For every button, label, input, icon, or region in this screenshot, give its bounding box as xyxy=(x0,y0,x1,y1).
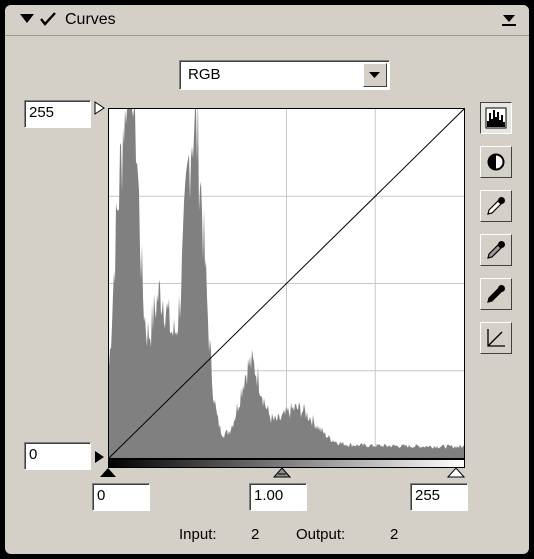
input-readout-value: 2 xyxy=(251,526,260,543)
curve-graph[interactable] xyxy=(108,108,465,459)
input-readout-label: Input: xyxy=(179,526,217,543)
curve-graph-canvas xyxy=(108,108,465,459)
auto-contrast-button[interactable] xyxy=(480,146,512,178)
reset-curve-button[interactable] xyxy=(480,322,512,354)
curves-panel: Curves RGB 255 0 0 1.00 255 Input: 2 Out… xyxy=(5,5,529,554)
channel-select[interactable]: RGB xyxy=(179,60,390,90)
panel-titlebar: Curves xyxy=(5,5,529,36)
histogram-button[interactable] xyxy=(480,102,512,134)
white-point-eyedropper-button[interactable] xyxy=(480,190,512,222)
gray-eyedropper-icon xyxy=(487,241,505,259)
channel-dropdown-button[interactable] xyxy=(363,63,387,87)
output-readout-value: 2 xyxy=(390,526,399,543)
output-white-slider-icon[interactable] xyxy=(94,101,106,115)
auto-contrast-icon xyxy=(487,153,505,171)
collapse-triangle-icon[interactable] xyxy=(19,13,35,25)
panel-menu-icon[interactable] xyxy=(501,13,517,27)
input-black-slider-icon[interactable] xyxy=(99,467,117,479)
enable-checkmark-icon[interactable] xyxy=(39,12,57,26)
output-black-slider-icon[interactable] xyxy=(94,450,106,464)
chevron-down-icon xyxy=(369,72,380,78)
input-white-slider-icon[interactable] xyxy=(447,467,465,479)
channel-select-value: RGB xyxy=(188,66,221,83)
black-eyedropper-icon xyxy=(487,285,505,303)
white-eyedropper-icon xyxy=(487,197,505,215)
reset-curve-icon xyxy=(487,329,505,347)
gray-point-eyedropper-button[interactable] xyxy=(480,234,512,266)
panel-title: Curves xyxy=(65,11,116,28)
output-max-field[interactable]: 255 xyxy=(24,100,91,128)
input-white-field[interactable]: 255 xyxy=(410,483,468,511)
histogram-icon xyxy=(485,107,507,129)
black-point-eyedropper-button[interactable] xyxy=(480,278,512,310)
output-min-field[interactable]: 0 xyxy=(24,442,91,470)
output-readout-label: Output: xyxy=(296,526,346,543)
input-gamma-field[interactable]: 1.00 xyxy=(249,483,307,511)
input-black-field[interactable]: 0 xyxy=(92,483,150,511)
input-gamma-slider-icon[interactable] xyxy=(273,467,291,479)
